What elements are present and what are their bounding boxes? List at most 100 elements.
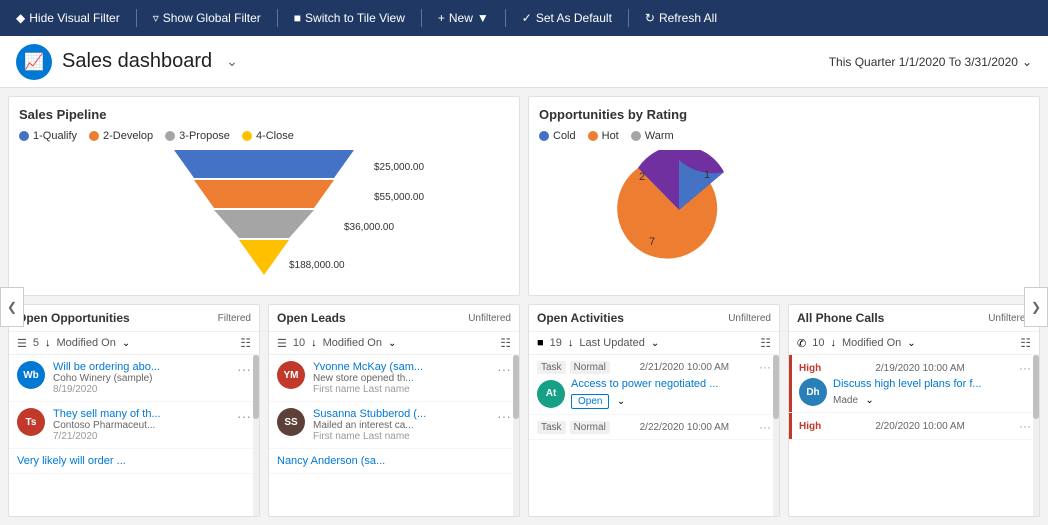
list-item[interactable]: Ts They sell many of th... Contoso Pharm… (9, 402, 259, 449)
funnel-visual: $25,000.00 $55,000.00 $36,000.00 $188,00… (19, 150, 509, 280)
item-more-icon[interactable]: ··· (237, 361, 251, 377)
scrollbar-thumb[interactable] (773, 355, 779, 419)
activity-more-icon[interactable]: ··· (759, 360, 771, 374)
leads-filter-icon[interactable]: ☷ (500, 336, 511, 350)
page-header: 📈 Sales dashboard ⌄ This Quarter 1/1/202… (0, 36, 1048, 88)
main-content: ❮ ❯ Sales Pipeline 1-Qualify 2-Develop 3… (0, 88, 1048, 525)
activities-sort-down-icon[interactable]: ↓ (568, 337, 574, 349)
pie-visual: 7 2 1 (539, 150, 1029, 270)
cold-dot (539, 131, 549, 141)
phone-calls-card: All Phone Calls Unfiltered ✆ 10 ↓ Modifi… (788, 304, 1040, 517)
legend-warm: Warm (631, 130, 674, 142)
opp-card-body: Wb Will be ordering abo... Coho Winery (… (9, 355, 259, 516)
nav-prev-arrow[interactable]: ❮ (0, 287, 24, 327)
item-content: Very likely will order ... (17, 455, 251, 467)
item-content: Will be ordering abo... Coho Winery (sam… (53, 361, 229, 395)
list-item[interactable]: SS Susanna Stubberod (... Mailed an inte… (269, 402, 519, 449)
set-default-btn[interactable]: ✓ Set As Default (514, 7, 620, 29)
activities-card-title: Open Activities (537, 311, 624, 325)
hide-visual-filter-btn[interactable]: ◆ Hide Visual Filter (8, 7, 128, 29)
item-content: Yvonne McKay (sam... New store opened th… (313, 361, 489, 395)
opp-filter-icon[interactable]: ☷ (240, 336, 251, 350)
phone-call-item[interactable]: High 2/20/2020 10:00 AM ··· (789, 413, 1039, 440)
hot-dot (588, 131, 598, 141)
activity-item[interactable]: Task Normal 2/22/2020 10:00 AM ··· (529, 415, 779, 440)
open-opportunities-card: Open Opportunities Filtered ☰ 5 ↓ Modifi… (8, 304, 260, 517)
activity-meta: Task Normal 2/21/2020 10:00 AM ··· (537, 360, 771, 374)
phone-sort-chevron[interactable]: ⌄ (907, 338, 915, 349)
phone-card-toolbar: ✆ 10 ↓ Modified On ⌄ ☷ (789, 332, 1039, 355)
propose-dot (165, 131, 175, 141)
sales-pipeline-chart: Sales Pipeline 1-Qualify 2-Develop 3-Pro… (8, 96, 520, 296)
show-global-filter-btn[interactable]: ▿ Show Global Filter (145, 7, 269, 29)
opp-card-title: Open Opportunities (17, 311, 130, 325)
date-range[interactable]: This Quarter 1/1/2020 To 3/31/2020 ⌄ (829, 55, 1032, 69)
avatar: Dh (799, 378, 827, 406)
switch-tile-view-btn[interactable]: ■ Switch to Tile View (286, 7, 413, 29)
list-item[interactable]: YM Yvonne McKay (sam... New store opened… (269, 355, 519, 402)
activity-datetime: 2/22/2020 10:00 AM (640, 422, 730, 433)
phone-call-item[interactable]: High 2/19/2020 10:00 AM ··· Dh Discuss h… (789, 355, 1039, 413)
title-chevron-icon[interactable]: ⌄ (226, 53, 238, 70)
activities-sort-label[interactable]: Last Updated (579, 337, 644, 349)
item-more-icon[interactable]: ··· (237, 408, 251, 424)
list-item[interactable]: Wb Will be ordering abo... Coho Winery (… (9, 355, 259, 402)
scrollbar-thumb[interactable] (1033, 355, 1039, 419)
phone-more-icon2[interactable]: ··· (1019, 419, 1031, 433)
divider-3 (421, 9, 422, 27)
activity-more-icon2[interactable]: ··· (759, 420, 771, 434)
item-title: Will be ordering abo... (53, 361, 229, 373)
scrollbar-thumb[interactable] (253, 355, 259, 419)
open-chevron-icon[interactable]: ⌄ (617, 396, 625, 407)
activities-filter-icon[interactable]: ☷ (760, 336, 771, 350)
opp-sort-down-icon[interactable]: ↓ (45, 337, 51, 349)
opp-sort-chevron[interactable]: ⌄ (122, 338, 130, 349)
plus-icon: + (438, 11, 445, 25)
nav-next-arrow[interactable]: ❯ (1024, 287, 1048, 327)
opp-rating-legend: Cold Hot Warm (539, 130, 1029, 142)
activity-priority-tag: Normal (570, 421, 610, 434)
item-title: Very likely will order ... (17, 455, 251, 467)
sales-icon: 📈 (24, 52, 44, 72)
activity-item[interactable]: Task Normal 2/21/2020 10:00 AM ··· At Ac… (529, 355, 779, 415)
item-date: 7/21/2020 (53, 431, 229, 442)
refresh-all-btn[interactable]: ↻ Refresh All (637, 7, 725, 29)
avatar: YM (277, 361, 305, 389)
funnel-svg: $25,000.00 $55,000.00 $36,000.00 $188,00… (19, 150, 509, 280)
item-subtitle: New store opened th... (313, 373, 489, 384)
item-more-icon[interactable]: ··· (497, 361, 511, 377)
leads-sort-chevron[interactable]: ⌄ (388, 338, 396, 349)
list-item[interactable]: Very likely will order ... (9, 449, 259, 474)
svg-text:2: 2 (639, 171, 645, 183)
item-title: They sell many of th... (53, 408, 229, 420)
item-more-icon[interactable]: ··· (497, 408, 511, 424)
opp-card-header: Open Opportunities Filtered (9, 305, 259, 332)
opportunities-rating-chart: Opportunities by Rating Cold Hot Warm (528, 96, 1040, 296)
opp-card-status: Filtered (218, 313, 251, 324)
activities-sort-chevron[interactable]: ⌄ (651, 338, 659, 349)
list-item[interactable]: Nancy Anderson (sa... (269, 449, 519, 474)
phone-filter-icon[interactable]: ☷ (1020, 336, 1031, 350)
leads-sort-down-icon[interactable]: ↓ (311, 337, 317, 349)
grid-icon: ■ (294, 11, 301, 25)
phone-sort-label[interactable]: Modified On (842, 337, 901, 349)
leads-card-status: Unfiltered (468, 313, 511, 324)
activities-count: 19 (550, 337, 562, 349)
leads-sort-label[interactable]: Modified On (323, 337, 382, 349)
phone-status-chevron[interactable]: ⌄ (865, 395, 873, 406)
opp-sort-label[interactable]: Modified On (57, 337, 116, 349)
open-activities-card: Open Activities Unfiltered ■ 19 ↓ Last U… (528, 304, 780, 517)
check-icon: ✓ (522, 11, 532, 25)
item-content: Susanna Stubberod (... Mailed an interes… (313, 408, 489, 442)
filter-icon: ◆ (16, 11, 25, 25)
pie-svg: 7 2 1 (539, 150, 819, 270)
new-btn[interactable]: + New ▼ (430, 7, 497, 29)
scrollbar-thumb[interactable] (513, 355, 519, 419)
phone-more-icon[interactable]: ··· (1019, 361, 1031, 375)
item-date: First name Last name (313, 431, 489, 442)
activity-datetime: 2/21/2020 10:00 AM (640, 362, 730, 373)
phone-sort-down-icon[interactable]: ↓ (830, 337, 836, 349)
leads-card-body: YM Yvonne McKay (sam... New store opened… (269, 355, 519, 516)
date-chevron-icon: ⌄ (1022, 55, 1032, 69)
open-badge: Open (571, 394, 609, 409)
